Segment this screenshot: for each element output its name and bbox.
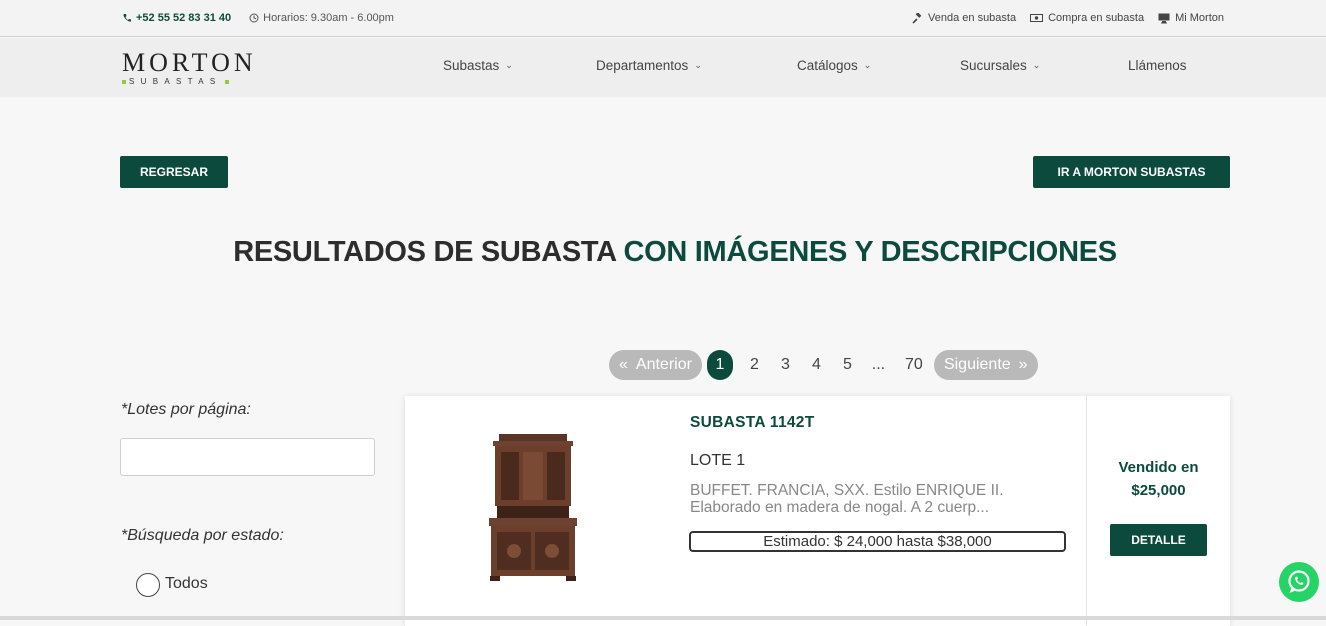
monitor-icon — [1158, 13, 1170, 23]
page-ellipsis: ... — [871, 356, 886, 373]
next-page-button[interactable]: Siguiente » — [933, 350, 1038, 380]
prev-page-button[interactable]: « Anterior — [609, 350, 702, 380]
nav-sucursales[interactable]: Sucursales ⌄ — [960, 58, 1040, 73]
nav-departamentos-label: Departamentos — [596, 58, 689, 73]
page-title: RESULTADOS DE SUBASTA CON IMÁGENES Y DES… — [0, 236, 1326, 269]
page-70[interactable]: 70 — [894, 356, 934, 374]
card-divider — [1086, 396, 1087, 626]
chevron-down-icon: ⌄ — [863, 60, 872, 70]
lot-card: SUBASTA 1142T LOTE 1 BUFFET. FRANCIA, SX… — [405, 396, 1230, 626]
logo-dot-right — [224, 79, 229, 84]
go-to-morton-button[interactable]: IR A MORTON SUBASTAS — [1033, 156, 1230, 188]
nav-llamenos[interactable]: Llámenos — [1128, 58, 1187, 73]
chevron-down-icon: ⌄ — [694, 60, 702, 70]
main-header: MORTON SUBASTAS Subastas ⌄ Departamentos… — [0, 38, 1326, 97]
logo-sub-text: SUBASTAS — [129, 77, 222, 86]
back-button[interactable]: REGRESAR — [120, 156, 228, 188]
chevron-down-icon: ⌄ — [505, 60, 513, 70]
nav-subastas[interactable]: Subastas ⌄ — [443, 58, 513, 73]
account-links: Venda en subasta Compra en subasta Mi Mo… — [912, 12, 1224, 24]
contact-info: +52 55 52 83 31 40 Horarios: 9.30am - 6.… — [122, 12, 394, 24]
phone-icon — [123, 14, 131, 22]
sold-price: $25,000 — [1131, 482, 1186, 499]
lot-description: BUFFET. FRANCIA, SXX. Estilo ENRIQUE II.… — [690, 482, 1004, 516]
page-title-accent: CON IMÁGENES Y DESCRIPCIONES — [623, 236, 1118, 268]
logo-subtitle: SUBASTAS — [122, 77, 282, 86]
nav-catalogos-label: Catálogos — [797, 58, 858, 73]
nav-llamenos-label: Llámenos — [1128, 58, 1187, 73]
whatsapp-icon — [1288, 570, 1310, 593]
top-bar: +52 55 52 83 31 40 Horarios: 9.30am - 6.… — [0, 0, 1326, 37]
nav-subastas-label: Subastas — [443, 58, 500, 73]
prev-symbol: « — [619, 356, 628, 373]
my-morton-link[interactable]: Mi Morton — [1158, 12, 1224, 24]
bottom-scroll-edge — [0, 616, 1326, 620]
clock-icon — [249, 13, 259, 23]
hours-text: Horarios: 9.30am - 6.00pm — [263, 12, 394, 24]
prev-label: Anterior — [635, 356, 692, 373]
lot-number: LOTE 1 — [690, 452, 746, 469]
phone-number: +52 55 52 83 31 40 — [136, 12, 232, 24]
sold-label: Vendido en — [1118, 459, 1199, 476]
state-todos-radio[interactable] — [136, 573, 160, 597]
auction-name[interactable]: SUBASTA 1142T — [690, 414, 815, 432]
lot-estimate: Estimado: $ 24,000 hasta $38,000 — [689, 531, 1066, 552]
sell-in-auction-link[interactable]: Venda en subasta — [912, 12, 1016, 24]
search-by-state-label: *Búsqueda por estado: — [121, 527, 284, 544]
detail-button[interactable]: DETALLE — [1110, 524, 1207, 556]
state-todos-label: Todos — [165, 575, 208, 592]
lots-per-page-label: *Lotes por página: — [121, 401, 251, 418]
nav-departamentos[interactable]: Departamentos ⌄ — [596, 58, 702, 73]
logo-dot-left — [122, 79, 126, 84]
logo-main-text: MORTON — [122, 48, 257, 77]
next-symbol: » — [1018, 356, 1028, 373]
page-title-dark: RESULTADOS DE SUBASTA — [233, 236, 616, 268]
phone-link[interactable]: +52 55 52 83 31 40 — [122, 12, 231, 24]
morton-logo[interactable]: MORTON SUBASTAS — [122, 50, 282, 86]
money-icon — [1030, 14, 1044, 22]
page-2[interactable]: 2 — [739, 356, 770, 374]
my-morton-label: Mi Morton — [1175, 12, 1224, 24]
gavel-icon — [912, 12, 922, 24]
whatsapp-button[interactable] — [1279, 562, 1319, 602]
nav-catalogos[interactable]: Catálogos ⌄ — [797, 58, 871, 73]
chevron-down-icon: ⌄ — [1032, 60, 1041, 70]
page-5[interactable]: 5 — [832, 356, 863, 374]
page-4[interactable]: 4 — [801, 356, 832, 374]
lot-image[interactable] — [485, 432, 581, 582]
page-3[interactable]: 3 — [770, 356, 801, 374]
sell-in-auction-label: Venda en subasta — [928, 12, 1017, 24]
lots-per-page-input[interactable] — [120, 438, 375, 476]
buy-in-auction-label: Compra en subasta — [1048, 12, 1145, 24]
page-current[interactable]: 1 — [706, 350, 733, 380]
sold-info: Vendido en $25,000 — [1087, 456, 1230, 502]
nav-sucursales-label: Sucursales — [960, 58, 1027, 73]
business-hours: Horarios: 9.30am - 6.00pm — [249, 12, 394, 24]
pagination: « Anterior 1 2 3 4 5 ... 70 Siguiente » — [609, 350, 1038, 380]
next-label: Siguiente — [943, 356, 1011, 373]
buy-in-auction-link[interactable]: Compra en subasta — [1030, 12, 1144, 24]
